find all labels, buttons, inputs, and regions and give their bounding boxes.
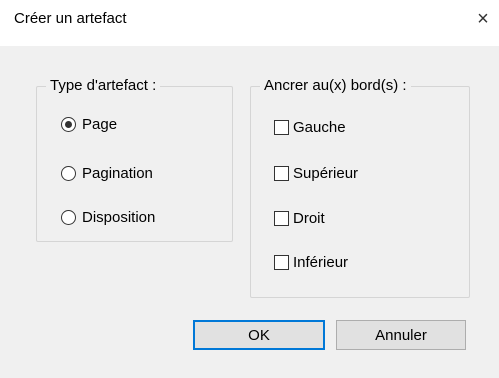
artifact-type-legend: Type d'artefact : — [46, 77, 161, 95]
checkbox[interactable] — [274, 211, 289, 226]
dialog-body: Type d'artefact : Page Pagination Dispos… — [0, 46, 499, 378]
artifact-type-group: Type d'artefact : Page Pagination Dispos… — [36, 77, 233, 242]
checkbox-label: Gauche — [293, 119, 346, 136]
ok-button[interactable]: OK — [193, 320, 325, 350]
radio-label: Page — [82, 116, 118, 133]
dialog-title: Créer un artefact — [14, 10, 127, 27]
checkbox-superieur[interactable]: Supérieur — [274, 165, 358, 182]
cancel-button[interactable]: Annuler — [336, 320, 466, 350]
radio-button-checked[interactable] — [61, 117, 76, 132]
radio-disposition[interactable]: Disposition — [61, 209, 155, 226]
checkbox-label: Inférieur — [293, 254, 349, 271]
checkbox[interactable] — [274, 255, 289, 270]
checkbox[interactable] — [274, 166, 289, 181]
checkbox[interactable] — [274, 120, 289, 135]
checkbox-inferieur[interactable]: Inférieur — [274, 254, 348, 271]
radio-button[interactable] — [61, 166, 76, 181]
radio-button[interactable] — [61, 210, 76, 225]
close-icon[interactable]: × — [470, 6, 496, 32]
checkbox-gauche[interactable]: Gauche — [274, 119, 346, 136]
title-bar: Créer un artefact × — [0, 0, 499, 46]
checkbox-droit[interactable]: Droit — [274, 210, 325, 227]
radio-label: Disposition — [82, 209, 156, 226]
anchor-edges-group: Ancrer au(x) bord(s) : Gauche Supérieur … — [250, 77, 470, 298]
checkbox-label: Droit — [293, 210, 325, 227]
radio-pagination[interactable]: Pagination — [61, 165, 153, 182]
radio-page[interactable]: Page — [61, 116, 117, 133]
checkbox-label: Supérieur — [293, 165, 359, 182]
radio-label: Pagination — [82, 165, 153, 182]
anchor-edges-legend: Ancrer au(x) bord(s) : — [260, 77, 411, 95]
